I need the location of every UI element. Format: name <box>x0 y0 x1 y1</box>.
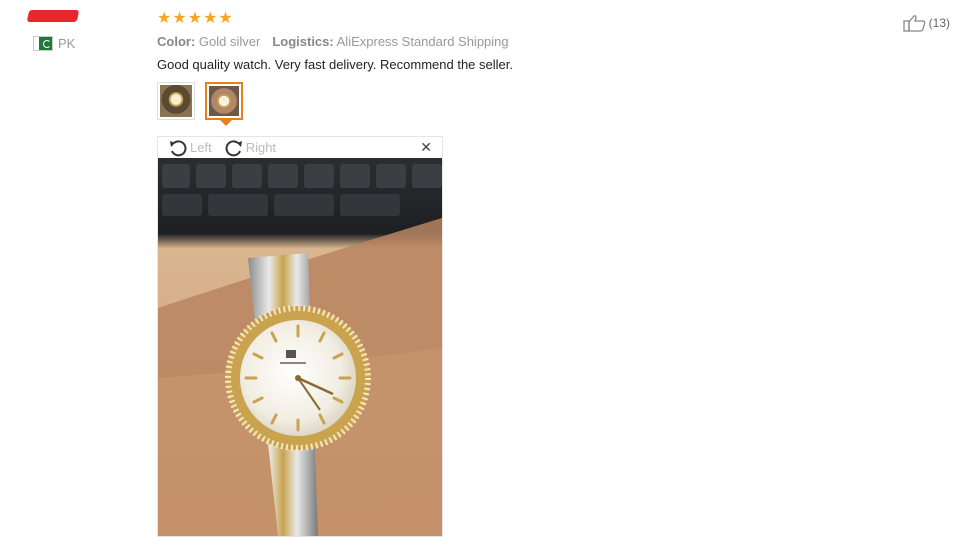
watch-photo-thumb <box>160 85 192 117</box>
review-entry: PK ★ ★ ★ ★ ★ Color: Gold silver Logistic… <box>0 0 970 545</box>
rotate-left-button[interactable]: Left <box>168 139 212 157</box>
review-body: ★ ★ ★ ★ ★ Color: Gold silver Logistics: … <box>157 10 857 126</box>
reviewer-country: PK <box>34 36 118 51</box>
photo-thumbnail-active[interactable] <box>205 82 243 126</box>
star-icon: ★ <box>218 10 233 27</box>
review-text: Good quality watch. Very fast delivery. … <box>157 57 513 72</box>
photo-viewer: Left Right ✕ <box>157 136 443 537</box>
thumbs-up-icon <box>903 15 925 32</box>
rotate-right-label: Right <box>245 140 277 155</box>
color-info: Color: Gold silver <box>157 34 260 49</box>
helpful-vote[interactable]: (13) <box>903 14 950 32</box>
review-photo-thumbnails <box>157 82 857 126</box>
pakistan-flag-icon <box>34 37 52 50</box>
watch-photo <box>158 158 442 536</box>
watch-photo-thumb <box>209 86 239 116</box>
photo-viewer-toolbar: Left Right ✕ <box>158 137 442 158</box>
star-icon: ★ <box>203 10 218 27</box>
order-info: Color: Gold silver Logistics: AliExpress… <box>157 34 857 49</box>
star-icon: ★ <box>187 10 203 27</box>
rotate-right-button[interactable]: Right <box>224 139 276 157</box>
rotate-left-icon <box>170 139 187 156</box>
rotate-left-label: Left <box>190 140 212 155</box>
logistics-info: Logistics: AliExpress Standard Shipping <box>272 34 508 49</box>
color-label: Color: <box>157 34 196 49</box>
star-icon: ★ <box>157 10 172 27</box>
star-icon: ★ <box>172 10 187 27</box>
helpful-count: (13) <box>928 16 950 30</box>
country-code: PK <box>58 36 76 51</box>
star-rating: ★ ★ ★ ★ ★ <box>157 10 857 28</box>
reviewer-info: PK <box>26 10 118 51</box>
logistics-value: AliExpress Standard Shipping <box>336 34 509 49</box>
reviewer-name-redacted <box>26 10 80 22</box>
rotate-right-icon <box>225 139 242 156</box>
logistics-label: Logistics: <box>272 34 334 49</box>
close-viewer-button[interactable]: ✕ <box>420 139 432 156</box>
photo-thumbnail[interactable] <box>157 82 195 120</box>
color-value: Gold silver <box>198 34 261 49</box>
